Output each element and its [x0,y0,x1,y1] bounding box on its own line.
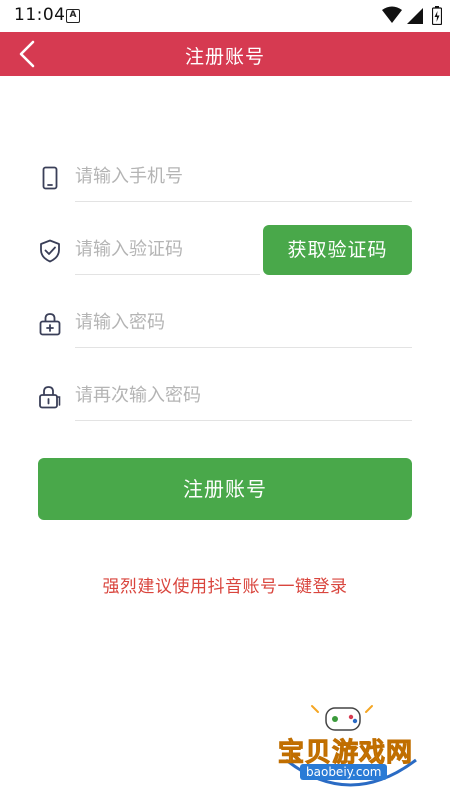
battery-icon [432,6,442,25]
confirm-password-input[interactable] [75,371,412,419]
get-code-button[interactable]: 获取验证码 [263,225,412,275]
password-input[interactable] [75,298,412,346]
shield-check-icon [40,239,60,263]
confirm-password-underline [75,420,412,421]
watermark-url: baobeiy.com [300,764,388,780]
phone-input[interactable] [75,152,412,200]
notification-icon: A [66,9,80,23]
app-bar: 注册账号 [0,32,450,76]
status-time: 11:04 [14,5,66,25]
status-bar: 11:04 A [0,0,450,32]
code-input[interactable] [75,225,260,273]
confirm-password-field [38,371,412,421]
lock-icon [39,386,61,409]
register-button[interactable]: 注册账号 [38,458,412,520]
watermark-logo: 宝贝游戏网 baobeiy.com [270,700,430,795]
douyin-login-link[interactable]: 强烈建议使用抖音账号一键登录 [0,572,450,597]
phone-underline [75,201,412,202]
wifi-icon [382,6,402,23]
page-title: 注册账号 [184,46,265,68]
signal-icon [407,8,423,24]
password-field [38,298,412,348]
code-underline [75,274,260,275]
phone-icon [42,166,58,190]
password-underline [75,347,412,348]
lock-plus-icon [39,313,61,336]
phone-field [38,152,412,202]
